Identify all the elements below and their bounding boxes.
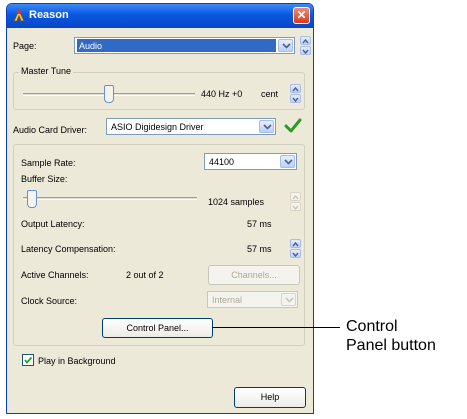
chevron-down-icon bbox=[281, 293, 296, 306]
spinner-down-icon[interactable] bbox=[290, 249, 301, 258]
spinner-down-icon[interactable] bbox=[300, 46, 311, 55]
callout-text-line2: Panel button bbox=[346, 337, 436, 354]
page-select[interactable]: Audio bbox=[74, 37, 295, 54]
reason-dialog: Reason ✕ Page: Audio Master Tune 440 Hz … bbox=[6, 3, 314, 414]
active-channels-value: 2 out of 2 bbox=[126, 270, 164, 280]
help-button[interactable]: Help bbox=[234, 387, 306, 408]
output-latency-value: 57 ms bbox=[247, 219, 272, 229]
callout-text-line1: Control bbox=[346, 318, 398, 335]
spinner-up-icon bbox=[290, 192, 301, 201]
driver-label: Audio Card Driver: bbox=[13, 125, 88, 135]
chevron-down-icon[interactable] bbox=[259, 120, 274, 133]
spinner-up-icon[interactable] bbox=[300, 36, 311, 45]
buffer-size-slider-thumb[interactable] bbox=[27, 190, 37, 208]
buffer-size-label: Buffer Size: bbox=[21, 174, 68, 184]
sample-rate-label: Sample Rate: bbox=[21, 158, 76, 168]
play-in-background-checkbox[interactable] bbox=[22, 354, 34, 366]
title-bar[interactable]: Reason ✕ bbox=[7, 4, 313, 28]
latency-compensation-label: Latency Compensation: bbox=[21, 244, 116, 254]
page-spinner-icon[interactable] bbox=[300, 36, 311, 55]
output-latency-label: Output Latency: bbox=[21, 219, 85, 229]
close-icon: ✕ bbox=[296, 8, 307, 22]
callout-text: Control Panel button bbox=[346, 317, 436, 355]
driver-select[interactable]: ASIO Digidesign Driver bbox=[106, 118, 276, 135]
clock-source-value: Internal bbox=[212, 295, 243, 305]
latency-compensation-spinner-icon[interactable] bbox=[290, 239, 301, 258]
buffer-size-spinner-icon bbox=[290, 192, 301, 211]
spinner-down-icon bbox=[290, 202, 301, 211]
buffer-size-track[interactable] bbox=[23, 197, 197, 200]
chevron-down-icon[interactable] bbox=[278, 39, 293, 52]
driver-select-value: ASIO Digidesign Driver bbox=[111, 122, 204, 132]
spinner-up-icon[interactable] bbox=[290, 239, 301, 248]
active-channels-label: Active Channels: bbox=[21, 270, 89, 280]
callout-line bbox=[212, 327, 340, 328]
clock-source-label: Clock Source: bbox=[21, 296, 78, 306]
checkmark-icon bbox=[24, 356, 33, 364]
spinner-up-icon[interactable] bbox=[290, 84, 301, 93]
play-in-background-label: Play in Background bbox=[38, 356, 116, 366]
master-tune-slider-thumb[interactable] bbox=[104, 85, 114, 103]
latency-compensation-value: 57 ms bbox=[247, 244, 272, 254]
master-tune-label: Master Tune bbox=[19, 66, 74, 76]
sample-rate-value: 44100 bbox=[209, 157, 235, 167]
window-title: Reason bbox=[29, 9, 69, 21]
master-tune-value: 440 Hz +0 bbox=[201, 89, 243, 99]
chevron-down-icon[interactable] bbox=[280, 155, 295, 168]
close-button[interactable]: ✕ bbox=[293, 7, 310, 24]
channels-button: Channels... bbox=[208, 265, 300, 285]
checkmark-icon bbox=[284, 118, 302, 133]
reason-app-icon bbox=[13, 9, 25, 22]
page-select-value: Audio bbox=[77, 39, 276, 52]
master-tune-spinner-icon[interactable] bbox=[290, 84, 301, 103]
page-label: Page: bbox=[13, 41, 37, 51]
buffer-size-value: 1024 samples bbox=[208, 197, 265, 207]
master-tune-unit: cent bbox=[261, 89, 279, 99]
sample-rate-select[interactable]: 44100 bbox=[204, 153, 297, 170]
spinner-down-icon[interactable] bbox=[290, 94, 301, 103]
clock-source-select: Internal bbox=[207, 291, 298, 308]
control-panel-button[interactable]: Control Panel... bbox=[102, 318, 213, 338]
